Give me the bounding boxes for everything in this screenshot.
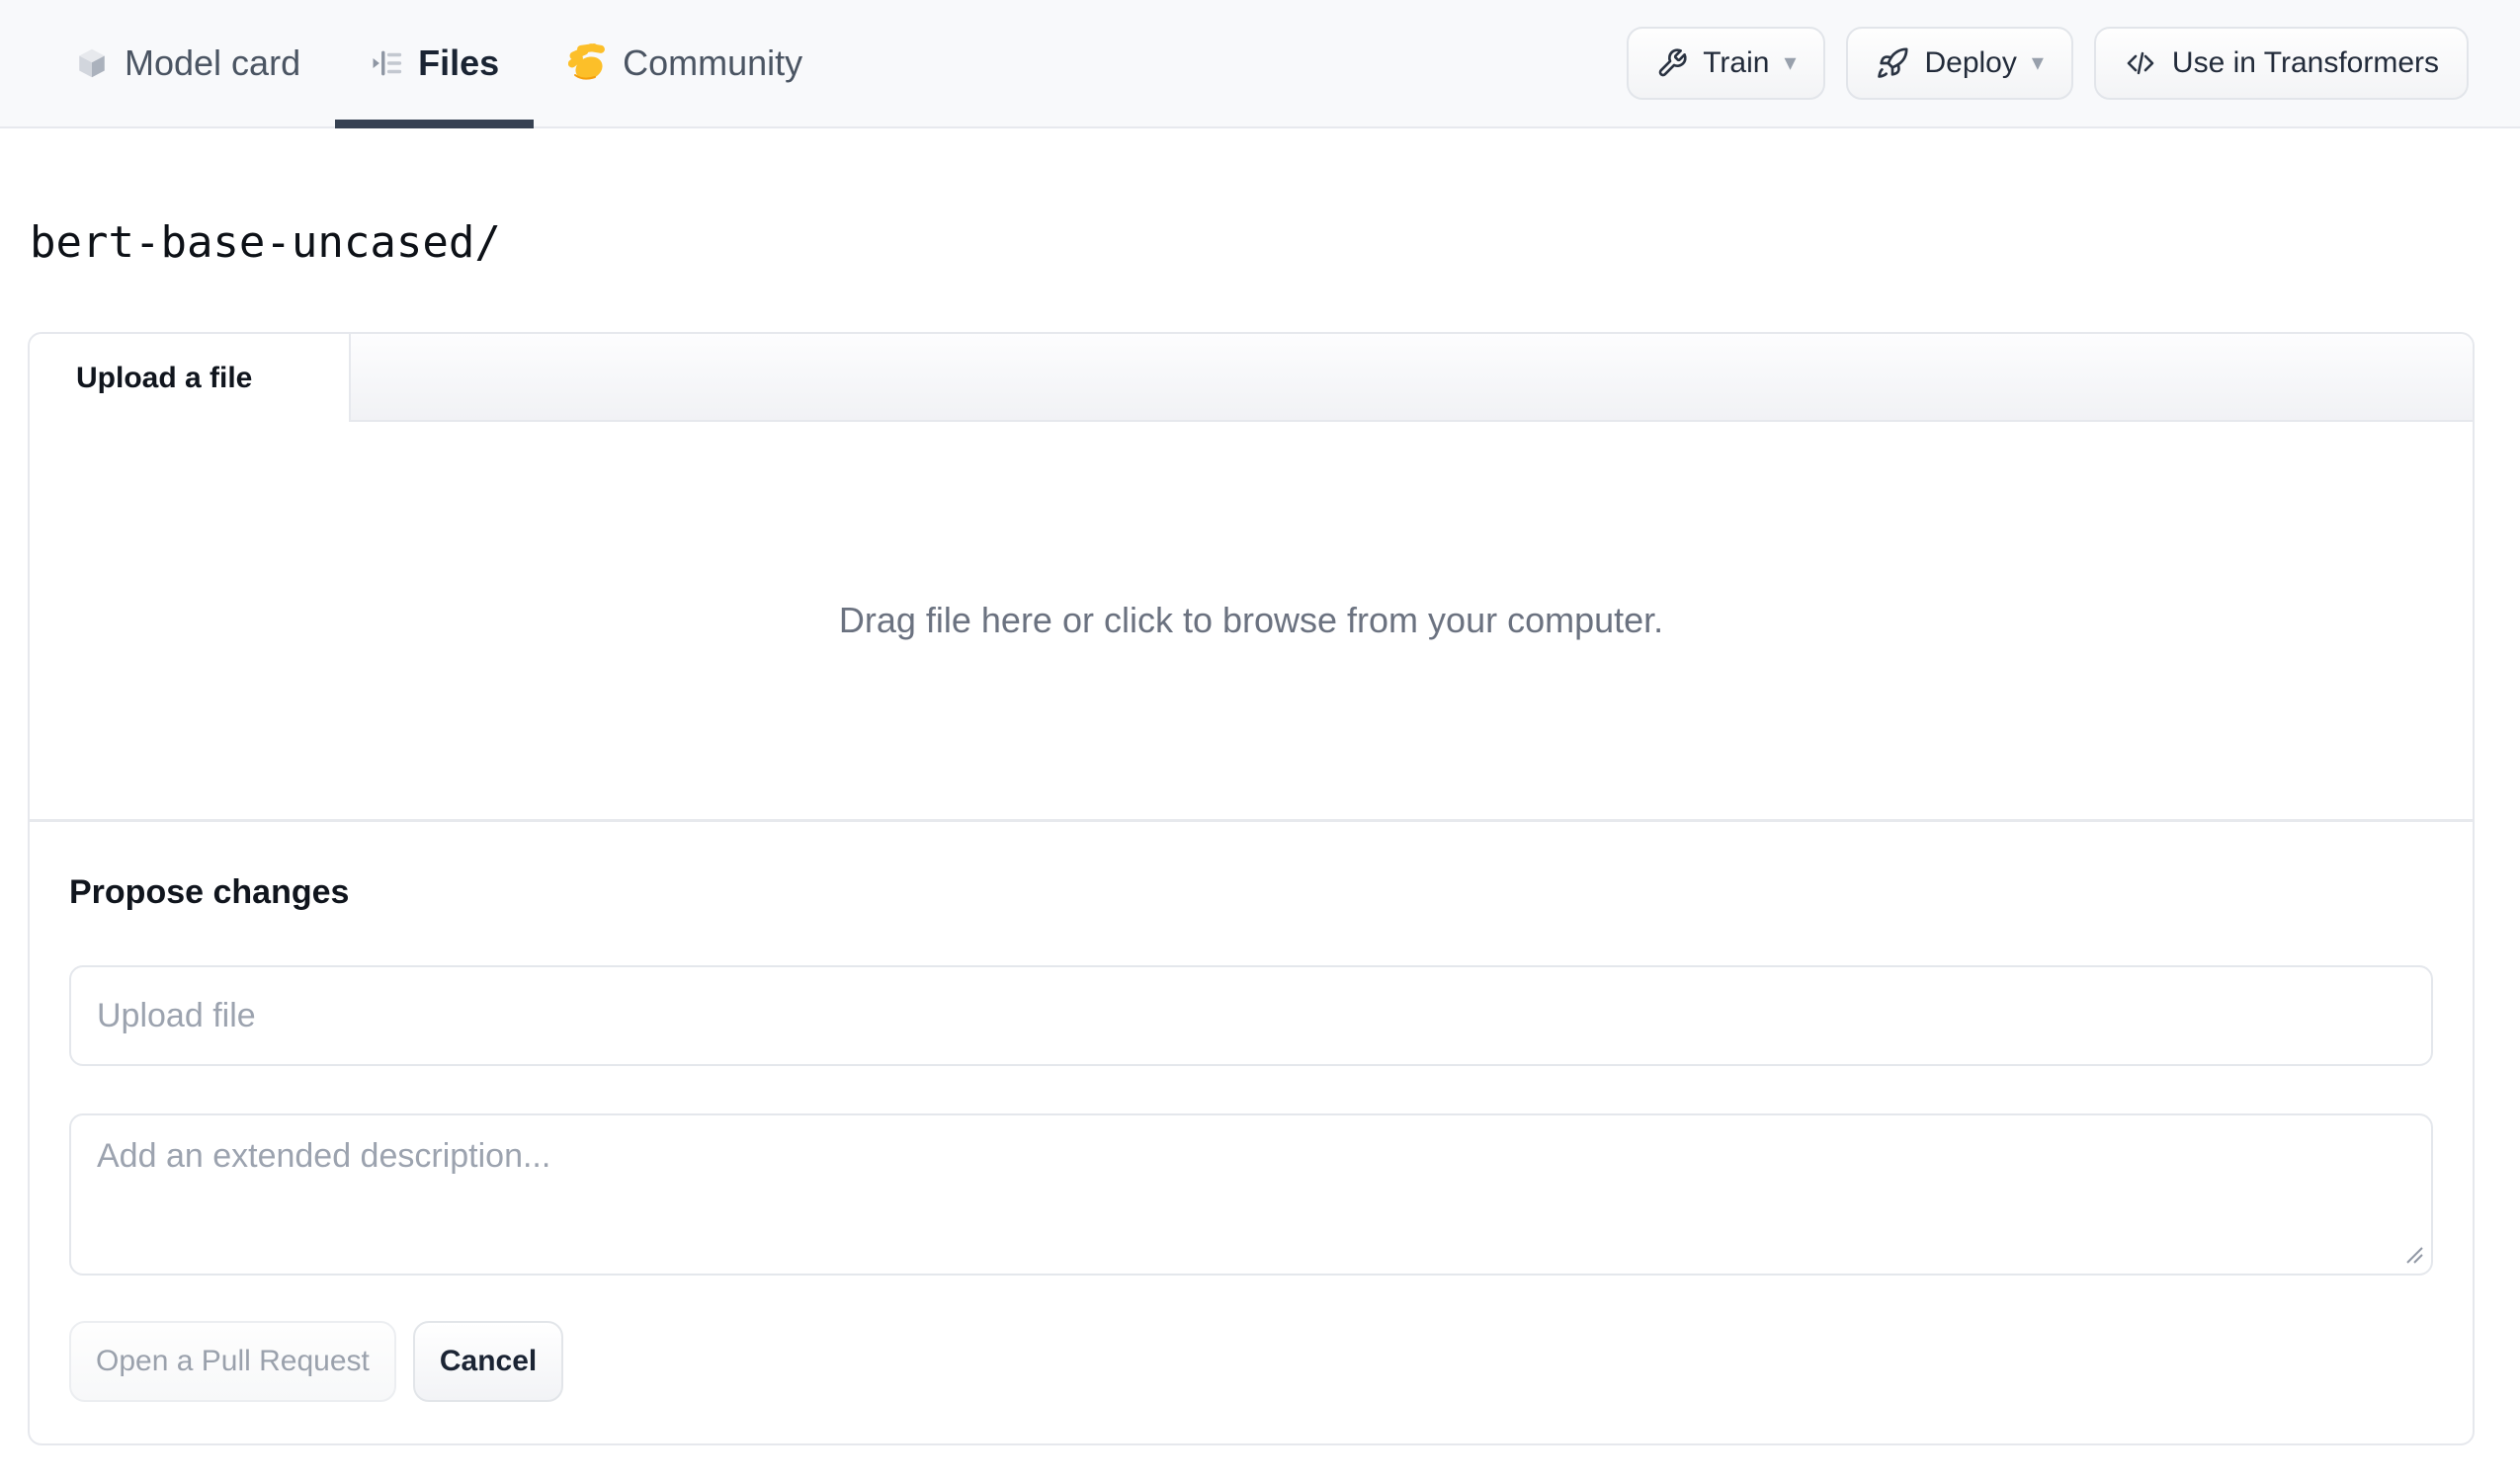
repo-actions: Train ▾ Deploy ▾ Use in Transformers (1627, 0, 2469, 126)
open-pull-request-button[interactable]: Open a Pull Request (69, 1321, 396, 1402)
tab-label: Files (418, 42, 500, 83)
button-label: Use in Transformers (2171, 46, 2439, 79)
active-tab-underline (335, 120, 535, 128)
cube-icon (74, 45, 110, 81)
tab-label: Model card (125, 42, 301, 83)
file-versions-icon (370, 46, 403, 80)
button-label: Deploy (1924, 46, 2017, 79)
upload-file-card: Upload a file Drag file here or click to… (28, 332, 2475, 1445)
main-content: bert-base-uncased/ Upload a file Drag fi… (0, 128, 2520, 1445)
form-actions-row: Open a Pull Request Cancel (69, 1321, 2433, 1402)
rocket-icon (1876, 46, 1909, 80)
caret-down-icon: ▾ (2031, 49, 2044, 76)
button-label: Train (1703, 46, 1770, 79)
wrench-icon (1656, 47, 1688, 79)
tab-files[interactable]: Files (335, 0, 535, 128)
repo-path-breadcrumb[interactable]: bert-base-uncased/ (30, 217, 501, 268)
tab-community[interactable]: Community (534, 0, 837, 126)
tab-label: Community (623, 42, 803, 83)
top-nav: Model card Files Community Train ▾ Deplo… (0, 0, 2520, 128)
use-in-transformers-button[interactable]: Use in Transformers (2093, 27, 2469, 100)
train-button[interactable]: Train ▾ (1627, 27, 1826, 100)
repo-tabs: Model card Files Community (40, 0, 837, 128)
tab-upload-a-file[interactable]: Upload a file (30, 334, 351, 422)
resize-handle-icon[interactable] (2403, 1244, 2425, 1266)
upload-card-tab-strip: Upload a file (30, 334, 2473, 422)
propose-changes-heading: Propose changes (69, 873, 350, 911)
dropzone-hint-text: Drag file here or click to browse from y… (838, 600, 1664, 640)
description-field-wrapper (69, 1113, 2433, 1276)
waving-hand-icon (568, 43, 608, 83)
extended-description-textarea[interactable] (69, 1113, 2433, 1276)
code-icon (2124, 46, 2157, 80)
upload-file-name-input[interactable] (69, 965, 2433, 1066)
deploy-button[interactable]: Deploy ▾ (1846, 27, 2073, 100)
cancel-button[interactable]: Cancel (412, 1321, 564, 1402)
propose-changes-section: Propose changes Open a Pull Request Canc… (30, 822, 2473, 1443)
caret-down-icon: ▾ (1784, 49, 1797, 76)
tab-model-card[interactable]: Model card (40, 0, 335, 126)
file-dropzone[interactable]: Drag file here or click to browse from y… (30, 422, 2473, 822)
